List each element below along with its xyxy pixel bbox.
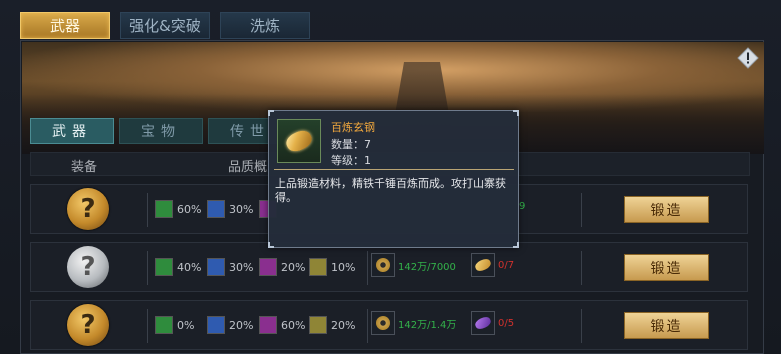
- quality-green: 0%: [155, 316, 194, 334]
- quality-blue: 20%: [207, 316, 253, 334]
- coin-amount: 142万/1.4万: [398, 319, 457, 331]
- unknown-mark: ?: [80, 310, 96, 340]
- quality-value: 30%: [229, 202, 254, 216]
- ore-amount: 9: [519, 201, 526, 212]
- divider: [367, 251, 368, 285]
- quality-value: 20%: [331, 318, 356, 332]
- tooltip-corner: [513, 242, 519, 248]
- forge-button[interactable]: 锻造: [624, 196, 709, 223]
- forge-screen: 武器 强化&突破 洗炼 武器 宝物 传世 装备 品质概 ? 60% 30% 9 …: [0, 0, 781, 354]
- subtab-treasure[interactable]: 宝物: [119, 118, 203, 144]
- equip-slot[interactable]: ?: [67, 246, 109, 288]
- quality-value: 0%: [177, 318, 195, 332]
- material-ore: 0/7: [471, 253, 514, 277]
- quality-purple: 60%: [259, 316, 305, 334]
- tooltip-corner: [268, 242, 274, 248]
- ore-amount: 0/5: [498, 317, 515, 329]
- tooltip-separator: [274, 169, 514, 170]
- quality-value: 20%: [281, 260, 306, 274]
- tooltip-corner: [513, 110, 519, 116]
- sub-tab-bar: 武器 宝物 传世: [30, 118, 292, 144]
- ore-icon[interactable]: [471, 311, 495, 335]
- forge-button[interactable]: 锻造: [624, 312, 709, 339]
- quality-value: 10%: [331, 260, 356, 274]
- tab-weapon[interactable]: 武器: [20, 12, 110, 39]
- divider: [147, 251, 148, 285]
- material-ore: 0/5: [471, 311, 514, 335]
- forge-button[interactable]: 锻造: [624, 254, 709, 281]
- item-tooltip: 百炼玄钢 数量：7 等级：1 上品锻造材料，精铁千锤百炼而成。攻打山寨获得。: [268, 110, 519, 248]
- quality-value: 40%: [177, 260, 202, 274]
- ore-item-icon: [277, 119, 321, 163]
- top-tab-bar: 武器 强化&突破 洗炼: [20, 12, 310, 40]
- blue-swatch: [207, 316, 225, 334]
- blue-swatch: [207, 258, 225, 276]
- divider: [367, 309, 368, 343]
- quality-blue: 30%: [207, 258, 253, 276]
- equip-slot[interactable]: ?: [67, 304, 109, 346]
- info-diamond-icon[interactable]: [737, 47, 759, 69]
- green-swatch: [155, 200, 173, 218]
- ore-icon[interactable]: [471, 253, 495, 277]
- forge-row: ? 0% 20% 60% 20% 142万/1.4万 0/5 锻造: [30, 300, 748, 350]
- ore-amount: 0/7: [498, 259, 515, 271]
- quality-value: 60%: [281, 318, 306, 332]
- green-swatch: [155, 316, 173, 334]
- material-coin: 142万/7000: [371, 253, 456, 277]
- coin-amount: 142万/7000: [398, 261, 456, 273]
- quality-value: 30%: [229, 260, 254, 274]
- olive-swatch: [309, 258, 327, 276]
- green-swatch: [155, 258, 173, 276]
- material-coin: 142万/1.4万: [371, 311, 456, 335]
- divider: [147, 309, 148, 343]
- header-quality: 品质概: [228, 160, 268, 175]
- divider: [147, 193, 148, 227]
- unknown-mark: ?: [80, 194, 96, 224]
- material-ore: 9: [519, 201, 525, 212]
- quality-value: 60%: [177, 202, 202, 216]
- coin-icon[interactable]: [371, 311, 395, 335]
- coin-icon[interactable]: [371, 253, 395, 277]
- item-level: 等级：1: [331, 154, 371, 167]
- tab-refine[interactable]: 洗炼: [220, 12, 310, 39]
- quality-olive: 20%: [309, 316, 355, 334]
- divider: [581, 251, 582, 285]
- item-name: 百炼玄钢: [331, 121, 375, 134]
- tooltip-corner: [268, 110, 274, 116]
- header-equip: 装备: [71, 160, 98, 175]
- purple-swatch: [259, 258, 277, 276]
- item-quantity: 数量：7: [331, 138, 371, 151]
- quality-blue: 30%: [207, 200, 253, 218]
- divider: [581, 309, 582, 343]
- equip-slot[interactable]: ?: [67, 188, 109, 230]
- quality-olive: 10%: [309, 258, 355, 276]
- divider: [581, 193, 582, 227]
- subtab-weapon[interactable]: 武器: [30, 118, 114, 144]
- quality-value: 20%: [229, 318, 254, 332]
- forge-row: ? 40% 30% 20% 10% 142万/7000 0/7 锻造: [30, 242, 748, 292]
- quality-purple: 20%: [259, 258, 305, 276]
- blue-swatch: [207, 200, 225, 218]
- tab-enhance-breakthrough[interactable]: 强化&突破: [120, 12, 210, 39]
- unknown-mark: ?: [80, 252, 96, 282]
- quality-green: 60%: [155, 200, 201, 218]
- quality-green: 40%: [155, 258, 201, 276]
- purple-swatch: [259, 316, 277, 334]
- olive-swatch: [309, 316, 327, 334]
- item-description: 上品锻造材料，精铁千锤百炼而成。攻打山寨获得。: [275, 177, 506, 204]
